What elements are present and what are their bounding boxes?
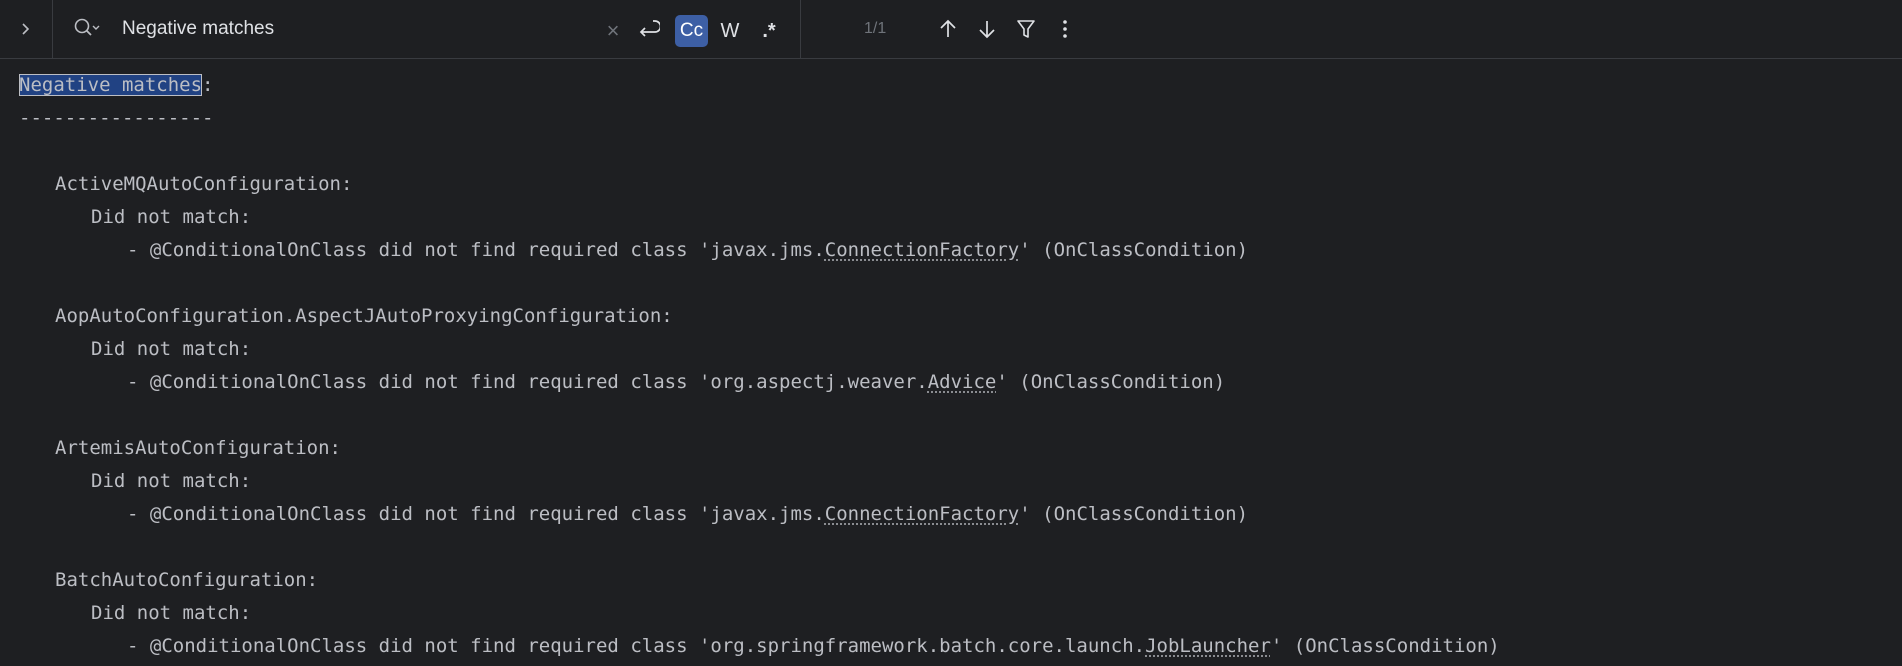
- search-history-button[interactable]: [72, 17, 102, 43]
- report-heading: Negative matches:: [19, 73, 213, 97]
- console-output[interactable]: Negative matches: ----------------- Acti…: [0, 70, 1902, 666]
- class-link[interactable]: JobLauncher: [1145, 635, 1271, 657]
- expand-replace-toggle[interactable]: [0, 0, 53, 58]
- class-link[interactable]: ConnectionFactory: [825, 239, 1019, 261]
- condition-suffix: ' (OnClassCondition): [1019, 239, 1249, 261]
- whole-words-toggle[interactable]: W: [714, 15, 746, 47]
- previous-match-button[interactable]: [932, 15, 964, 47]
- chevron-right-icon: [19, 22, 33, 36]
- condition-text: - @ConditionalOnClass did not find requi…: [127, 371, 928, 393]
- search-history-icon: [72, 16, 102, 45]
- match-counter: 1/1: [864, 20, 887, 37]
- condition-suffix: ' (OnClassCondition): [996, 371, 1226, 393]
- condition-detail: - @ConditionalOnClass did not find requi…: [127, 238, 1248, 262]
- condition-text: - @ConditionalOnClass did not find requi…: [127, 503, 825, 525]
- find-toolbar: × Cc W .* 1/1: [0, 0, 1902, 59]
- next-match-button[interactable]: [971, 15, 1003, 47]
- condition-text: - @ConditionalOnClass did not find requi…: [127, 239, 825, 261]
- search-input[interactable]: [122, 14, 592, 44]
- arrow-down-icon: [977, 18, 997, 45]
- heading-colon: :: [202, 74, 214, 96]
- condition-detail: - @ConditionalOnClass did not find requi…: [127, 502, 1248, 526]
- heading-rule: -----------------: [19, 107, 214, 129]
- regex-toggle[interactable]: .*: [752, 15, 786, 47]
- filter-icon: [1016, 18, 1036, 45]
- config-name: BatchAutoConfiguration:: [55, 569, 319, 591]
- toolbar-divider: [800, 0, 801, 58]
- match-case-toggle[interactable]: Cc: [675, 15, 708, 47]
- condition-suffix: ' (OnClassCondition): [1019, 503, 1249, 525]
- more-options-button[interactable]: [1049, 15, 1081, 47]
- close-icon: ×: [606, 18, 620, 43]
- arrow-up-icon: [938, 18, 958, 45]
- match-status: Did not match:: [91, 470, 252, 492]
- newline-icon: [636, 17, 662, 45]
- condition-detail: - @ConditionalOnClass did not find requi…: [127, 634, 1500, 658]
- config-name: AopAutoConfiguration.AspectJAutoProxying…: [55, 305, 673, 327]
- condition-detail: - @ConditionalOnClass did not find requi…: [127, 370, 1225, 394]
- filter-button[interactable]: [1010, 15, 1042, 47]
- match-status: Did not match:: [91, 206, 252, 228]
- match-status: Did not match:: [91, 338, 252, 360]
- more-vertical-icon: [1061, 18, 1069, 45]
- clear-search-button[interactable]: ×: [600, 15, 626, 47]
- newline-toggle[interactable]: [632, 15, 664, 47]
- condition-suffix: ' (OnClassCondition): [1270, 635, 1500, 657]
- match-status: Did not match:: [91, 602, 252, 624]
- console-window: × Cc W .* 1/1: [0, 0, 1902, 666]
- config-name: ArtemisAutoConfiguration:: [55, 437, 341, 459]
- config-name: ActiveMQAutoConfiguration:: [55, 173, 353, 195]
- class-link[interactable]: Advice: [928, 371, 997, 393]
- condition-text: - @ConditionalOnClass did not find requi…: [127, 635, 1146, 657]
- class-link[interactable]: ConnectionFactory: [825, 503, 1019, 525]
- search-match-highlight: Negative matches: [19, 74, 203, 96]
